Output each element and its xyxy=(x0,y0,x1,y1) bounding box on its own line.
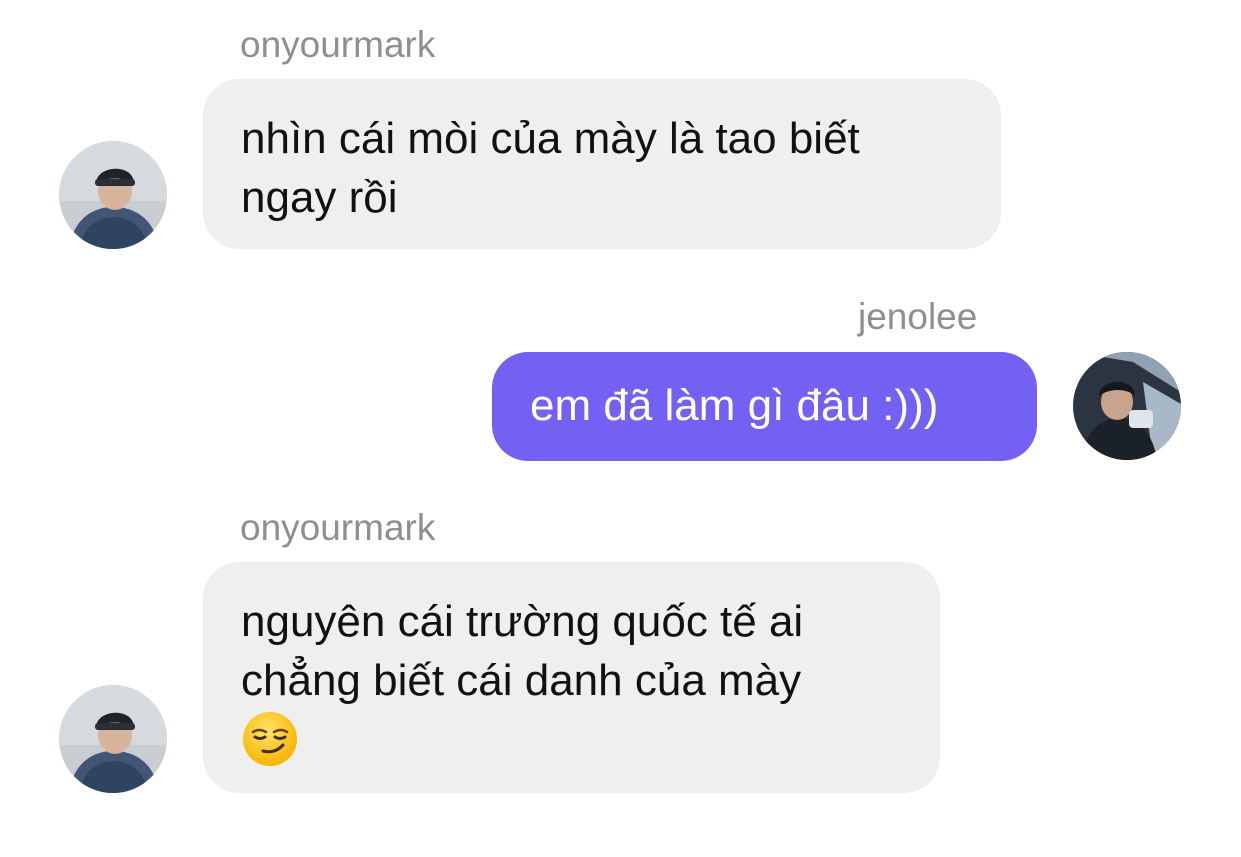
smirking-face-icon xyxy=(243,712,297,766)
avatar[interactable] xyxy=(1073,352,1181,460)
sender-name: onyourmark xyxy=(240,507,436,548)
sender-name: jenolee xyxy=(858,296,978,337)
message-bubble[interactable]: nguyên cái trường quốc tế ai chẳng biết … xyxy=(203,562,940,793)
avatar-photo-icon xyxy=(59,685,167,793)
message-text: chẳng biết cái danh của mày xyxy=(241,656,802,705)
avatar[interactable] xyxy=(59,685,167,793)
avatar[interactable] xyxy=(59,141,167,249)
avatar-photo-icon xyxy=(59,141,167,249)
message-bubble[interactable]: em đã làm gì đâu :))) xyxy=(492,352,1037,461)
message-text: nguyên cái trường quốc tế ai xyxy=(241,597,804,646)
message-text: em đã làm gì đâu :))) xyxy=(530,381,939,430)
message-text: ngay rồi xyxy=(241,173,398,222)
avatar-photo-icon xyxy=(1073,352,1181,460)
emoji-line xyxy=(241,710,902,769)
message-text: nhìn cái mòi của mày là tao biết xyxy=(241,114,860,163)
message-bubble[interactable]: nhìn cái mòi của mày là tao biết ngay rồ… xyxy=(203,79,1001,249)
sender-name: onyourmark xyxy=(240,24,436,65)
